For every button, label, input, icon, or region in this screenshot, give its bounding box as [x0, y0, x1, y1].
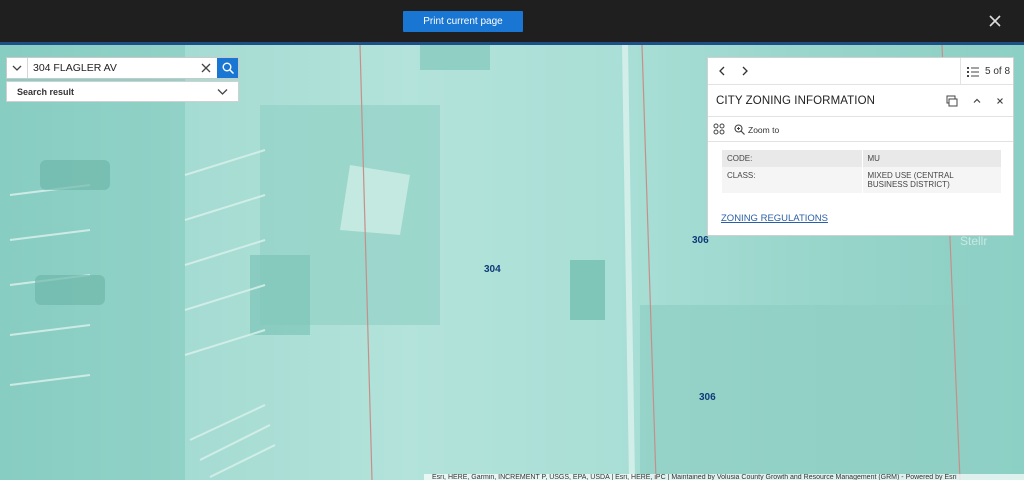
- next-feature-button[interactable]: [739, 65, 751, 77]
- feature-popup: 5 of 8 CITY ZONING INFORMATION Zoom to C…: [707, 57, 1014, 236]
- zoning-regulations-link[interactable]: ZONING REGULATIONS: [721, 213, 828, 224]
- close-icon: [201, 63, 211, 73]
- parcel-label: 306: [699, 392, 716, 403]
- clear-search-button[interactable]: [195, 58, 217, 78]
- attribute-key: CODE:: [722, 150, 863, 167]
- close-popup-icon[interactable]: [994, 95, 1006, 107]
- chevron-down-icon: [12, 65, 22, 71]
- list-icon: [967, 67, 979, 77]
- chevron-down-icon: [217, 88, 228, 95]
- attribute-table: CODE: MU CLASS: MIXED USE (CENTRAL BUSIN…: [722, 150, 1001, 193]
- popup-header: CITY ZONING INFORMATION: [708, 85, 1013, 117]
- zoom-to-label: Zoom to: [748, 124, 780, 135]
- chevron-right-icon: [742, 66, 748, 76]
- search-icon: [222, 62, 234, 74]
- search-source-dropdown[interactable]: [7, 58, 28, 78]
- chevron-left-icon: [719, 66, 725, 76]
- zoom-to-button[interactable]: Zoom to: [734, 124, 779, 135]
- search-button[interactable]: [217, 58, 238, 78]
- collapse-icon[interactable]: [971, 95, 983, 107]
- close-icon[interactable]: [986, 12, 1004, 30]
- search-widget: 304 FLAGLER AV: [6, 57, 239, 79]
- feature-pager[interactable]: 5 of 8: [960, 58, 1010, 85]
- zoom-in-icon: [734, 124, 745, 135]
- dock-icon[interactable]: [946, 95, 958, 107]
- parcel-label: 306: [692, 235, 709, 246]
- table-row: CODE: MU: [722, 150, 1001, 167]
- attribute-key: CLASS:: [722, 167, 863, 193]
- search-results-label: Search result: [17, 86, 75, 97]
- attribute-value: MIXED USE (CENTRAL BUSINESS DISTRICT): [867, 171, 954, 189]
- search-results-dropdown[interactable]: Search result: [6, 81, 239, 102]
- grid-icon[interactable]: [713, 123, 725, 135]
- pager-count: 5 of 8: [985, 66, 1011, 77]
- popup-navigation: 5 of 8: [708, 58, 1013, 85]
- attribute-value: MU: [867, 154, 880, 163]
- parcel-label: 304: [484, 264, 501, 275]
- map-attribution: Esri, HERE, Garmin, INCREMENT P, USGS, E…: [424, 474, 1024, 480]
- table-row: CLASS: MIXED USE (CENTRAL BUSINESS DISTR…: [722, 167, 1001, 193]
- popup-title: CITY ZONING INFORMATION: [716, 95, 876, 107]
- popup-actions: Zoom to: [708, 117, 1013, 142]
- top-bar: Print current page: [0, 0, 1024, 42]
- map-watermark: Stellr: [960, 234, 988, 248]
- previous-feature-button[interactable]: [716, 65, 728, 77]
- search-input[interactable]: 304 FLAGLER AV: [28, 58, 195, 78]
- print-current-page-button[interactable]: Print current page: [403, 11, 523, 32]
